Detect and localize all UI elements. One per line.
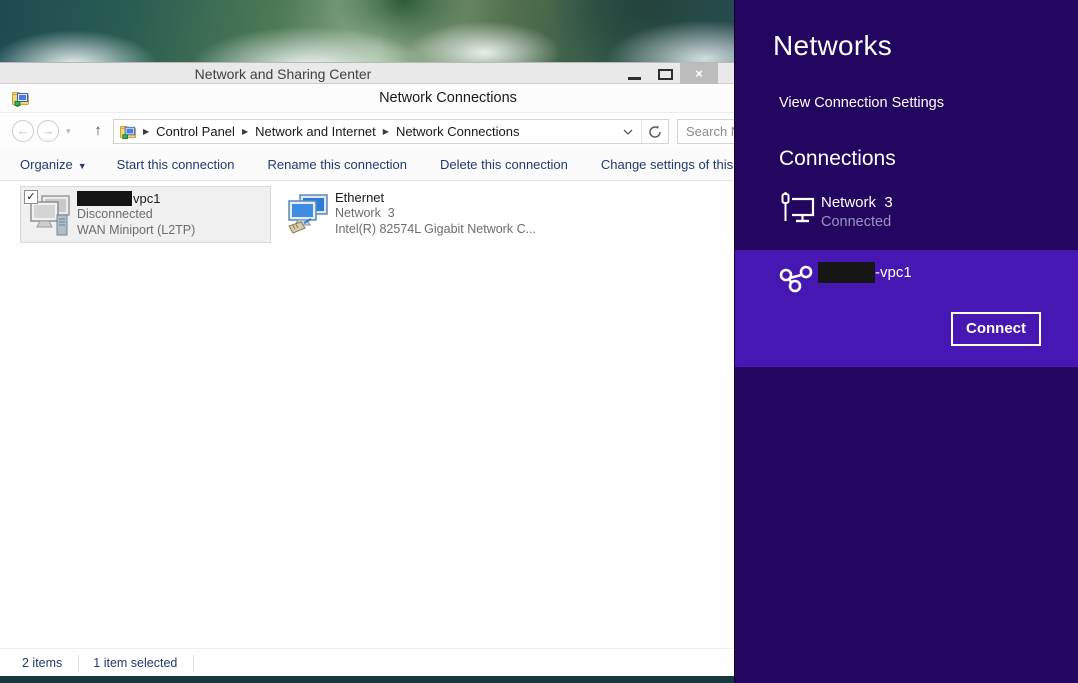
view-connection-settings-link[interactable]: View Connection Settings	[779, 95, 944, 111]
network-sharing-center-titlebar[interactable]: Network and Sharing Center ×	[0, 62, 734, 84]
flyout-title: Networks	[773, 30, 892, 62]
network-name: Network 3	[821, 194, 893, 211]
connection-status: Disconnected	[77, 207, 195, 223]
connection-name: vpc1	[77, 191, 195, 207]
desktop-wallpaper	[0, 0, 734, 62]
connection-status: Network 3	[335, 206, 536, 222]
flyout-item-network3[interactable]: Network 3 Connected	[735, 186, 1078, 236]
status-bar: 2 items 1 item selected	[0, 648, 734, 676]
connection-device: WAN Miniport (L2TP)	[77, 223, 195, 239]
breadcrumb-separator-icon: ▶	[136, 127, 156, 136]
list-item-ethernet[interactable]: Ethernet Network 3 Intel(R) 82574L Gigab…	[285, 186, 540, 243]
delete-connection-command[interactable]: Delete this connection	[440, 157, 568, 172]
redacted-text	[818, 262, 875, 283]
items-count: 2 items	[22, 656, 62, 670]
address-bar[interactable]: ▶ Control Panel ▶ Network and Internet ▶…	[113, 119, 669, 144]
rename-connection-command[interactable]: Rename this connection	[267, 157, 406, 172]
status-divider	[78, 655, 79, 671]
network-folder-icon	[120, 124, 136, 140]
status-divider	[193, 655, 194, 671]
network-sharing-center-title: Network and Sharing Center	[0, 66, 566, 82]
breadcrumb-separator-icon: ▶	[376, 127, 396, 136]
breadcrumb-network-and-internet[interactable]: Network and Internet	[255, 124, 376, 139]
connections-section-header: Connections	[779, 147, 896, 171]
connection-device: Intel(R) 82574L Gigabit Network C...	[335, 222, 536, 238]
forward-button[interactable]: →	[37, 120, 59, 142]
redacted-text	[77, 191, 132, 206]
list-item-vpn-connection[interactable]: ✓ vpc1 Disconnected WAN Miniport (L2TP)	[20, 186, 271, 243]
search-box[interactable]	[677, 119, 734, 144]
address-dropdown-icon[interactable]	[615, 129, 641, 135]
back-button[interactable]: ←	[12, 120, 34, 142]
command-toolbar: Organize▼ Start this connection Rename t…	[0, 148, 734, 181]
close-button[interactable]: ×	[680, 63, 718, 84]
wired-network-icon	[780, 192, 816, 224]
breadcrumb-network-connections[interactable]: Network Connections	[396, 124, 520, 139]
connect-button[interactable]: Connect	[951, 312, 1041, 346]
desktop-wallpaper-bottom	[0, 676, 734, 683]
up-button[interactable]: ↑	[88, 120, 108, 142]
breadcrumb-separator-icon: ▶	[235, 127, 255, 136]
screen: Network and Sharing Center × Network Con…	[0, 0, 1078, 683]
vpn-icon	[779, 263, 813, 293]
network-connections-titlebar[interactable]: Network Connections	[0, 84, 734, 113]
window-title: Network Connections	[0, 90, 734, 106]
network-status: Connected	[821, 214, 891, 230]
flyout-item-vpn[interactable]: -vpc1 Connect	[735, 250, 1078, 367]
change-settings-command[interactable]: Change settings of this connection	[601, 157, 734, 172]
ethernet-adapter-icon	[285, 192, 331, 238]
vpn-name: -vpc1	[875, 264, 912, 281]
connection-name: Ethernet	[335, 190, 536, 206]
refresh-icon[interactable]	[642, 125, 668, 139]
chevron-down-icon: ▼	[78, 161, 87, 171]
minimize-button[interactable]	[628, 77, 641, 80]
history-dropdown-icon[interactable]: ▾	[66, 126, 71, 137]
connections-list: ✓ vpc1 Disconnected WAN Miniport (L2TP)	[0, 182, 734, 648]
search-input[interactable]	[678, 120, 734, 143]
organize-menu[interactable]: Organize▼	[20, 157, 87, 172]
networks-flyout-panel: Networks View Connection Settings Connec…	[734, 0, 1078, 683]
maximize-button[interactable]	[658, 69, 673, 80]
breadcrumb-control-panel[interactable]: Control Panel	[156, 124, 235, 139]
network-connections-window: Network Connections ← → ▾ ↑ ▶ Control Pa…	[0, 84, 734, 676]
checkbox-checked-icon[interactable]: ✓	[24, 190, 38, 204]
address-bar-row: ← → ▾ ↑ ▶ Control Panel ▶ Network and In…	[0, 114, 734, 148]
selection-count: 1 item selected	[93, 656, 177, 670]
start-connection-command[interactable]: Start this connection	[117, 157, 235, 172]
